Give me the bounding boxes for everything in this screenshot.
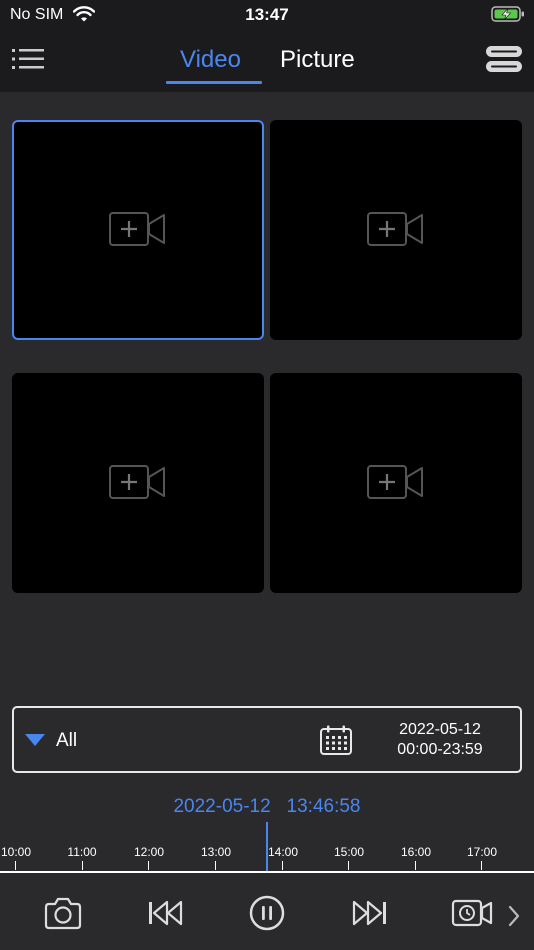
battery-charging-icon bbox=[491, 6, 524, 22]
menu-list-icon[interactable] bbox=[10, 44, 46, 74]
add-video-icon bbox=[367, 212, 423, 246]
timeline-axis bbox=[0, 871, 534, 873]
tick-label: 12:00 bbox=[133, 845, 165, 859]
playback-time: 13:46:58 bbox=[286, 796, 361, 817]
tick-label: 16:00 bbox=[400, 845, 432, 859]
filter-date: 2022-05-12 bbox=[399, 721, 481, 738]
add-video-icon bbox=[109, 465, 165, 499]
timeline-tick bbox=[15, 861, 16, 870]
date-range-button[interactable]: 2022-05-12 00:00-23:59 bbox=[374, 720, 506, 760]
clock: 13:47 bbox=[245, 5, 289, 24]
pause-icon[interactable] bbox=[247, 894, 287, 932]
filter-time-range: 00:00-23:59 bbox=[397, 741, 483, 758]
active-tab-indicator bbox=[166, 81, 262, 84]
tab-picture[interactable]: Picture bbox=[280, 46, 355, 74]
timeline-tick bbox=[148, 861, 149, 870]
timeline-tick bbox=[481, 861, 482, 870]
timeline-tick bbox=[415, 861, 416, 870]
record-type-select[interactable]: All bbox=[56, 730, 77, 752]
playback-controls bbox=[0, 874, 534, 950]
tick-label: 14:00 bbox=[267, 845, 299, 859]
video-cell-2[interactable] bbox=[270, 120, 522, 340]
playback-timestamp: 2022-05-12 13:46:58 bbox=[0, 796, 534, 818]
record-icon[interactable] bbox=[451, 894, 493, 932]
calendar-icon[interactable] bbox=[319, 724, 353, 756]
tick-label: 13:00 bbox=[200, 845, 232, 859]
dropdown-triangle-icon[interactable] bbox=[24, 733, 46, 747]
tick-label: 15:00 bbox=[333, 845, 365, 859]
video-cell-1[interactable] bbox=[12, 120, 264, 340]
status-bar: No SIM 13:47 bbox=[0, 0, 534, 30]
snapshot-icon[interactable] bbox=[43, 894, 83, 932]
timeline-tick bbox=[282, 861, 283, 870]
record-filter-bar: All 2022-05-12 00:00-23:59 bbox=[12, 706, 522, 773]
video-cell-3[interactable] bbox=[12, 373, 264, 593]
rewind-icon[interactable] bbox=[145, 894, 185, 932]
timeline-tick bbox=[215, 861, 216, 870]
tick-label: 10:00 bbox=[0, 845, 32, 859]
timeline-tick bbox=[348, 861, 349, 870]
tick-label: 17:00 bbox=[466, 845, 498, 859]
playback-date: 2022-05-12 bbox=[173, 796, 271, 817]
add-video-icon bbox=[109, 212, 165, 246]
playback-timeline[interactable]: 10:00 11:00 12:00 13:00 14:00 15:00 16:0… bbox=[0, 818, 534, 873]
tick-label: 11:00 bbox=[67, 845, 97, 859]
video-cell-4[interactable] bbox=[270, 373, 522, 593]
top-navigation-bar: Video Picture bbox=[0, 30, 534, 92]
tab-video[interactable]: Video bbox=[180, 46, 241, 74]
storage-device-icon[interactable] bbox=[485, 44, 523, 74]
timeline-tick bbox=[82, 861, 83, 870]
add-video-icon bbox=[367, 465, 423, 499]
fast-forward-icon[interactable] bbox=[350, 894, 390, 932]
chevron-right-icon[interactable] bbox=[506, 904, 522, 928]
